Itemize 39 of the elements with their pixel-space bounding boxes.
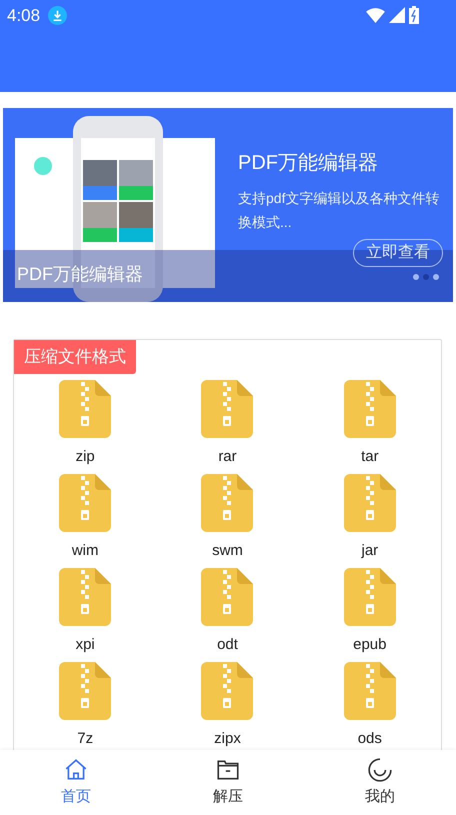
file-format-label[interactable]: tar [361,448,379,466]
file-format-label[interactable]: jar [361,542,378,560]
file-format-label[interactable]: xpi [76,636,95,654]
zip-file-icon [344,568,396,626]
wifi-icon [366,8,385,22]
nav-tab[interactable]: 首页 [0,756,152,808]
battery-icon [409,6,419,24]
file-format-label[interactable]: wim [72,542,98,560]
banner-title: PDF万能编辑器 [238,151,379,176]
file-format-label[interactable]: rar [218,448,237,466]
zip-file-icon [344,380,396,438]
banner-description: 支持pdf文字编辑以及各种文件转换模式... [238,189,440,232]
zip-file-icon [59,474,112,532]
status-time: 4:08 [7,5,40,27]
section-title: 压缩文件格式 [14,340,136,374]
zip-file-icon [344,662,396,720]
banner[interactable]: PDF万能编辑器 支持pdf文字编辑以及各种文件转换模式... PDF万能编辑器 立即查看 [3,108,453,302]
file-format-label[interactable]: 7z [77,730,94,748]
zip-file-icon [201,662,254,720]
file-format-label[interactable]: epub [353,636,386,654]
file-format-label[interactable]: zipx [214,730,241,748]
signal-icon [389,7,405,23]
nav-tab[interactable]: 解压 [152,756,304,808]
download-icon [48,6,68,26]
file-format-label[interactable]: zip [76,448,95,466]
zip-file-icon [201,568,254,626]
nav-tab[interactable]: 我的 [304,756,456,808]
zip-file-icon [59,662,112,720]
file-format-label[interactable]: swm [212,542,243,560]
smile-icon [367,756,393,783]
zip-file-icon [344,474,396,532]
view-now-button[interactable]: 立即查看 [353,239,443,267]
file-format-label[interactable]: ods [358,730,382,748]
zip-file-icon [201,380,254,438]
banner-caption: PDF万能编辑器 [17,263,143,286]
zip-file-icon [59,568,112,626]
zip-file-icon [201,474,254,532]
file-format-label[interactable]: odt [217,636,238,654]
zip-file-icon [59,380,112,438]
